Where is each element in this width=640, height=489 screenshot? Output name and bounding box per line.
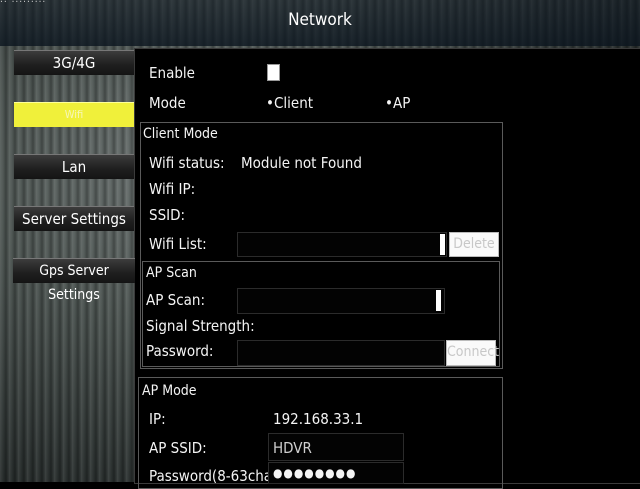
delete-button[interactable]: Delete [449, 232, 499, 257]
ap-ip-label: IP: [149, 410, 166, 428]
title-bar: ·· ········· Network [0, 0, 640, 46]
ap-scan-password-input[interactable] [237, 340, 445, 366]
wifi-list-select[interactable] [237, 232, 447, 257]
sidebar-item-gps-server-settings[interactable]: Gps Server Settings [13, 258, 135, 303]
ap-mode-title: AP Mode [142, 383, 197, 399]
ssid-label: SSID: [149, 206, 186, 224]
ap-password-value: ●●●●●●●● [273, 466, 357, 480]
wifi-list-scroll-handle[interactable] [440, 234, 445, 255]
connect-button[interactable]: Connect [446, 340, 499, 366]
window-title: Network [288, 10, 352, 30]
wifi-list-label: Wifi List: [149, 235, 207, 253]
ap-scan-password-label: Password: [146, 342, 214, 360]
ap-scan-scroll-handle[interactable] [436, 290, 441, 311]
ap-ssid-value: HDVR [273, 439, 312, 457]
signal-strength-label: Signal Strength: [146, 317, 255, 335]
enable-label: Enable [149, 64, 195, 82]
sidebar-item-lan[interactable]: Lan [14, 154, 134, 179]
client-mode-title: Client Mode [143, 126, 218, 142]
ap-scan-select[interactable] [237, 288, 445, 314]
title-bar-artifact: ·· ········· [0, 0, 47, 8]
sidebar: 3G/4G Wifi Lan Server Settings Gps Serve… [13, 48, 135, 482]
sidebar-item-3g4g[interactable]: 3G/4G [14, 50, 134, 75]
ap-ip-value: 192.168.33.1 [273, 410, 364, 428]
wifi-ip-label: Wifi IP: [149, 180, 196, 198]
wifi-status-label: Wifi status: [149, 154, 225, 172]
mode-ap-radio[interactable]: •AP [385, 94, 410, 112]
ap-ssid-label: AP SSID: [149, 439, 207, 457]
sidebar-item-server-settings[interactable]: Server Settings [14, 206, 134, 231]
mode-client-radio[interactable]: •Client [266, 94, 313, 112]
ap-scan-title: AP Scan [146, 265, 197, 281]
mode-label: Mode [149, 94, 186, 112]
wifi-status-value: Module not Found [241, 154, 362, 172]
enable-checkbox[interactable] [267, 64, 280, 81]
ap-scan-label: AP Scan: [146, 291, 206, 309]
sidebar-item-wifi[interactable]: Wifi [14, 102, 134, 127]
